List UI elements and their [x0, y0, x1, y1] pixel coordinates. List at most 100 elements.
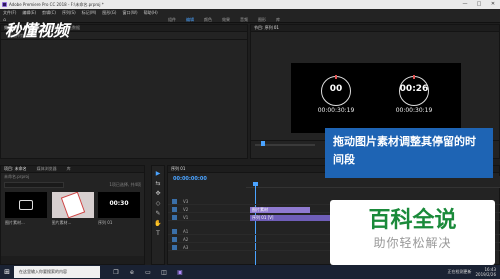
selection-tool-icon[interactable]: ▶	[154, 170, 162, 178]
timeline-sequence-tab[interactable]: 序列 01	[171, 166, 185, 172]
workspace-tab-effects[interactable]: 效果	[222, 17, 230, 23]
timeline-clip-image[interactable]: 图片素材	[250, 207, 310, 213]
track-header: A1	[172, 229, 194, 234]
clock-left-digits: 00	[329, 84, 343, 94]
watermark-logo-text: 秒懂视频	[5, 21, 72, 40]
project-panel-footer	[1, 256, 144, 264]
track-label: V1	[183, 215, 189, 220]
project-item-thumbnail: 00:30	[98, 192, 140, 218]
project-item[interactable]: 图片素材...	[51, 192, 94, 226]
clock-tick	[413, 75, 415, 79]
track-header: A3	[172, 245, 194, 250]
clock-thumbnail-icon	[19, 200, 33, 210]
timeline-playhead[interactable]	[255, 185, 256, 265]
taskbar-clock[interactable]: 16:43 2019/2/26	[475, 267, 496, 277]
menu-clip[interactable]: 剪辑(C)	[42, 10, 56, 16]
project-item[interactable]: 00:30 序列 01	[98, 192, 140, 226]
edge-browser-icon[interactable]: e	[124, 265, 140, 279]
close-button[interactable]: ✕	[486, 0, 500, 9]
sequence-thumbnail-digits: 00:30	[109, 200, 129, 207]
workspace-tab-graphics[interactable]: 图形	[258, 17, 266, 23]
tab-project[interactable]: 项目: 未命名	[4, 166, 27, 172]
track-label: A1	[183, 229, 189, 234]
project-item-thumbnail	[5, 192, 47, 218]
track-target-toggle[interactable]	[172, 215, 177, 220]
track-header: A2	[172, 237, 194, 242]
hand-tool-icon[interactable]: ✋	[154, 220, 162, 228]
minimize-button[interactable]: —	[458, 0, 472, 9]
menu-bar: 文件(F) 编辑(E) 剪辑(C) 序列(S) 标记(M) 图形(G) 窗口(W…	[0, 9, 500, 16]
menu-file[interactable]: 文件(F)	[3, 10, 16, 16]
program-monitor-title[interactable]: 节目: 序列 01	[254, 25, 279, 31]
tab-libraries[interactable]: 库	[67, 166, 71, 172]
photo-thumbnail-icon	[60, 192, 85, 218]
menu-sequence[interactable]: 序列(S)	[62, 10, 76, 16]
type-tool-icon[interactable]: T	[154, 230, 162, 238]
track-label: A3	[183, 245, 189, 250]
workspace-tab-audio[interactable]: 音频	[240, 17, 248, 23]
pen-tool-icon[interactable]: ✎	[154, 210, 162, 218]
window-title: Adobe Premiere Pro CC 2018 - F:\未命名.prpr…	[9, 1, 104, 7]
project-search-input[interactable]	[4, 182, 64, 188]
program-playhead-handle[interactable]	[261, 141, 265, 146]
project-item-label: 图片素材...	[5, 220, 25, 225]
track-target-toggle[interactable]	[172, 207, 177, 212]
track-header: V2	[172, 207, 194, 212]
system-tray: 正在检测更新 16:43 2019/2/26	[447, 267, 500, 277]
menu-help[interactable]: 帮助(H)	[144, 10, 158, 16]
menu-graphics[interactable]: 图形(G)	[102, 10, 116, 16]
ripple-edit-tool-icon[interactable]: ✥	[154, 190, 162, 198]
track-target-toggle[interactable]	[172, 229, 177, 234]
premiere-taskbar-icon[interactable]: ▣	[172, 265, 188, 279]
workspace-tab-editing[interactable]: 编辑	[186, 17, 194, 23]
watermark-bottom-right: 百科全说 助你轻松解决	[330, 200, 495, 265]
timeline-timecode[interactable]: 00:00:00:00	[173, 176, 207, 182]
taskbar-date: 2019/2/26	[475, 272, 496, 277]
project-item[interactable]: 图片素材...	[5, 192, 47, 226]
premiere-app-icon	[2, 2, 7, 7]
track-label: V3	[183, 199, 189, 204]
countdown-clock-right: 00:26 00:00:30:19	[391, 75, 437, 116]
project-panel-tabs: 项目: 未命名 媒体浏览器 库	[1, 166, 144, 173]
window-controls: — □ ✕	[458, 0, 500, 9]
track-header: V3	[172, 199, 194, 204]
project-item-label: 图片素材...	[51, 220, 72, 225]
menu-window[interactable]: 窗口(W)	[122, 10, 137, 16]
project-item-count: 1项已选择, 共4项	[109, 182, 141, 187]
store-icon[interactable]: ◫	[156, 265, 172, 279]
program-scrub-bar[interactable]	[255, 141, 315, 146]
windows-taskbar: ⊞ 在这里输入你要搜索的内容 ❐ e ▭ ◫ ▣ 正在检测更新 16:43 20…	[0, 265, 500, 279]
clock-tick	[335, 75, 337, 79]
tab-media-browser[interactable]: 媒体浏览器	[37, 166, 57, 172]
start-button-icon[interactable]: ⊞	[0, 265, 14, 279]
project-file-name: 未命名.prproj	[4, 174, 30, 179]
watermark-subtitle: 助你轻松解决	[373, 236, 452, 250]
clock-left-timecode: 00:00:30:19	[317, 107, 355, 114]
watermark-top-left-logo: 秒懂视频	[3, 19, 99, 41]
taskbar-search-input[interactable]: 在这里输入你要搜索的内容	[14, 266, 100, 278]
workspace-tab-color[interactable]: 颜色	[204, 17, 212, 23]
countdown-clock-left: 00 00:00:30:19	[313, 75, 359, 116]
tray-status-text: 正在检测更新	[447, 269, 472, 274]
track-header: V1	[172, 215, 194, 220]
tools-panel: ▶ ⇆ ✥ ◇ ✎ ✋ T	[151, 165, 165, 265]
razor-tool-icon[interactable]: ◇	[154, 200, 162, 208]
track-target-toggle[interactable]	[172, 199, 177, 204]
menu-edit[interactable]: 编辑(E)	[22, 10, 36, 16]
track-select-tool-icon[interactable]: ⇆	[154, 180, 162, 188]
file-explorer-icon[interactable]: ▭	[140, 265, 156, 279]
track-target-toggle[interactable]	[172, 245, 177, 250]
maximize-button[interactable]: □	[472, 0, 486, 9]
track-target-toggle[interactable]	[172, 237, 177, 242]
program-monitor-header: 节目: 序列 01	[251, 25, 499, 32]
menu-marker[interactable]: 标记(M)	[82, 10, 97, 16]
watermark-title: 百科全说	[368, 208, 457, 233]
clock-right-timecode: 00:00:30:19	[395, 107, 433, 114]
task-view-icon[interactable]: ❐	[108, 265, 124, 279]
track-label: V2	[183, 207, 189, 212]
taskbar-apps: ❐ e ▭ ◫ ▣	[108, 265, 188, 279]
project-item-label: 序列 01	[98, 220, 113, 225]
program-viewer[interactable]: 00 00:00:30:19 00:26 00:00:30:19	[291, 63, 461, 133]
workspace-tab-assembly[interactable]: 组件	[168, 17, 176, 23]
workspace-tab-libraries[interactable]: 库	[276, 17, 280, 23]
